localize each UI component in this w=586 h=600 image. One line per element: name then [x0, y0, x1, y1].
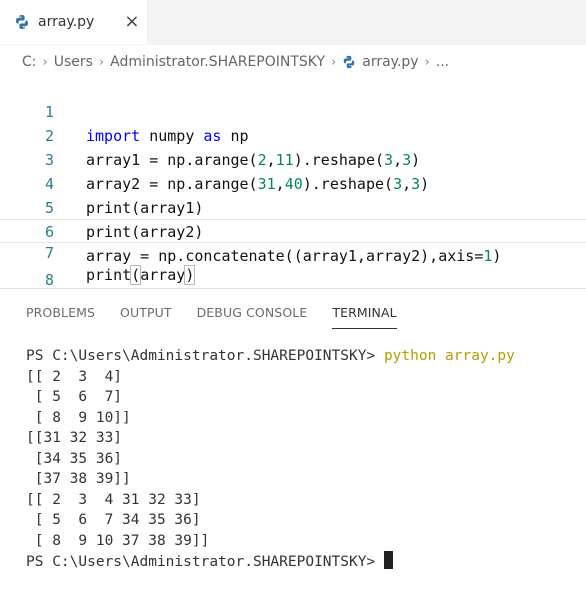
- terminal-prompt: PS C:\Users\Administrator.SHAREPOINTSKY>: [26, 348, 376, 364]
- terminal-cursor: [383, 551, 393, 569]
- code-line: 6 array = np.concatenate((array1,array2)…: [0, 196, 586, 265]
- terminal-line: [[31 32 33]: [26, 430, 123, 446]
- chevron-right-icon: ›: [331, 54, 337, 70]
- tab-output[interactable]: OUTPUT: [120, 305, 172, 329]
- chevron-right-icon: ›: [98, 54, 105, 70]
- code-line-current: 7 print(array): [0, 219, 586, 285]
- terminal-line: [ 8 9 10 37 38 39]]: [26, 532, 210, 549]
- code-editor[interactable]: 1 import numpy as np 2 array1 = np.arang…: [0, 76, 586, 289]
- code-line: 8: [0, 244, 586, 289]
- tab-label: array.py: [38, 14, 95, 30]
- close-tab-icon[interactable]: ×: [124, 13, 139, 31]
- terminal-command: python array.py: [383, 348, 515, 364]
- terminal-line: [ 8 9 10]]: [26, 409, 131, 426]
- terminal-line: [ 5 6 7 34 35 36]: [26, 512, 201, 528]
- chevron-right-icon: ›: [42, 54, 48, 70]
- python-icon: [343, 55, 355, 69]
- breadcrumb-more[interactable]: ...: [436, 54, 449, 70]
- terminal-prompt: PS C:\Users\Administrator.SHAREPOINTSKY>: [26, 554, 376, 570]
- terminal-line: [[ 2 3 4]: [26, 368, 123, 385]
- panel-tabs: PROBLEMS OUTPUT DEBUG CONSOLE TERMINAL: [26, 305, 422, 329]
- code-line: 3 array2 = np.arange(31,40).reshape(3,3): [0, 124, 586, 193]
- tab-array-py[interactable]: array.py ×: [0, 0, 147, 44]
- terminal-line: [[ 2 3 4 31 32 33]: [26, 491, 201, 508]
- python-icon: [16, 15, 28, 29]
- tab-terminal[interactable]: TERMINAL: [332, 305, 397, 329]
- breadcrumb: C: › Users › Administrator.SHAREPOINTSKY…: [22, 52, 449, 72]
- breadcrumb-admin[interactable]: Administrator.SHAREPOINTSKY: [110, 54, 325, 70]
- tab-problems[interactable]: PROBLEMS: [26, 305, 95, 329]
- tab-debug-console[interactable]: DEBUG CONSOLE: [197, 305, 308, 329]
- code-line: 1 import numpy as np: [0, 76, 586, 145]
- code-line: 5 print(array2): [0, 172, 586, 241]
- breadcrumb-users[interactable]: Users: [54, 54, 93, 70]
- code-line: 2 array1 = np.arange(2,11).reshape(3,3): [0, 100, 586, 169]
- breadcrumb-drive[interactable]: C:: [22, 54, 37, 70]
- terminal-line: [34 35 36]: [26, 450, 123, 467]
- code-line: 4 print(array1): [0, 148, 586, 217]
- terminal-output[interactable]: PS C:\Users\Administrator.SHAREPOINTSKY>…: [26, 346, 515, 573]
- chevron-right-icon: ›: [424, 54, 430, 70]
- terminal-line: [ 5 6 7]: [26, 389, 123, 405]
- terminal-line: [37 38 39]]: [26, 471, 131, 487]
- breadcrumb-file[interactable]: array.py: [362, 54, 418, 70]
- editor-tab-bar: array.py ×: [0, 0, 586, 45]
